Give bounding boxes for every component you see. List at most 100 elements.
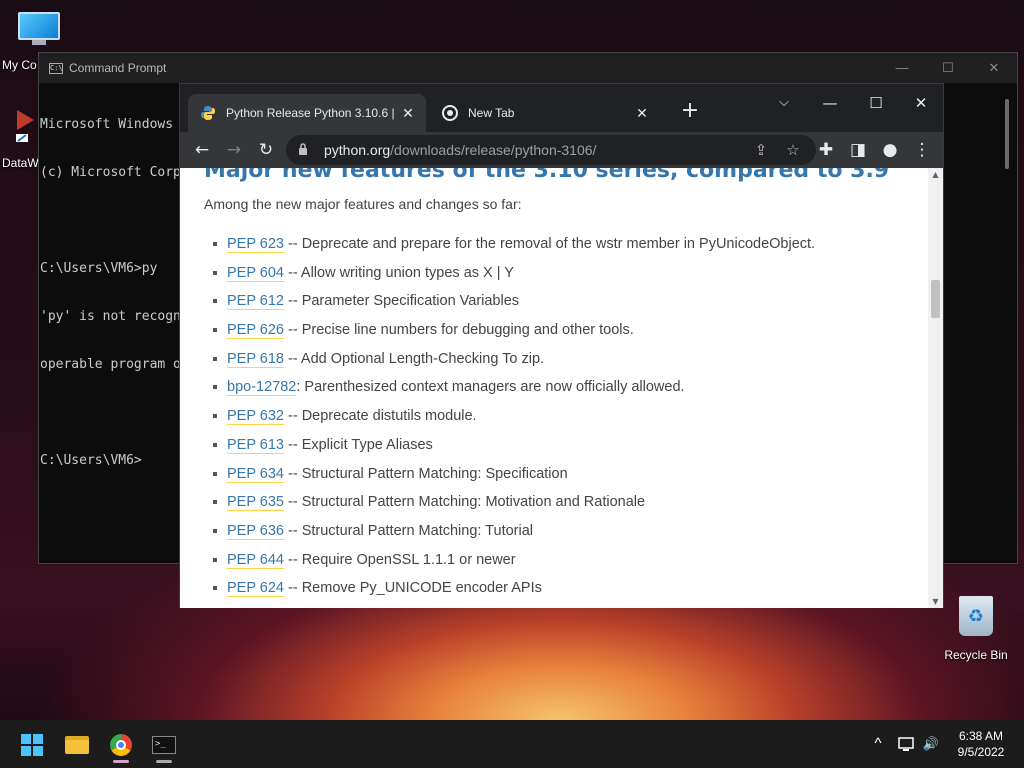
pep-link[interactable]: PEP 604 bbox=[227, 264, 284, 282]
file-explorer-button[interactable] bbox=[60, 728, 94, 762]
tab-title: New Tab bbox=[468, 106, 515, 120]
item-text: -- Add Optional Length-Checking To zip. bbox=[283, 350, 545, 367]
scrollbar-thumb[interactable] bbox=[931, 280, 940, 318]
this-pc-icon[interactable] bbox=[18, 12, 60, 46]
share-icon[interactable]: ⇪ bbox=[748, 138, 774, 164]
item-text: -- Structural Pattern Matching: Motivati… bbox=[283, 494, 646, 511]
pep-link[interactable]: PEP 635 bbox=[227, 494, 284, 512]
chrome-minimize-button[interactable]: — bbox=[807, 88, 853, 118]
chrome-maximize-button[interactable]: ☐ bbox=[853, 88, 899, 118]
chrome-taskbar-button[interactable] bbox=[104, 728, 138, 762]
list-item: PEP 612 -- Parameter Specification Varia… bbox=[204, 291, 904, 320]
pep-link[interactable]: PEP 644 bbox=[227, 551, 284, 569]
forward-icon[interactable]: → bbox=[220, 136, 248, 164]
list-item: PEP 623 -- Deprecate and prepare for the… bbox=[204, 234, 904, 263]
list-item: PEP 604 -- Allow writing union types as … bbox=[204, 263, 904, 292]
item-text: -- Parameter Specification Variables bbox=[283, 293, 520, 310]
cmd-maximize-button[interactable]: ☐ bbox=[925, 53, 971, 83]
recycle-bin-label: Recycle Bin bbox=[944, 648, 1008, 662]
pep-link[interactable]: PEP 632 bbox=[227, 408, 284, 426]
cmd-scrollbar[interactable] bbox=[1005, 99, 1009, 169]
list-item: PEP 636 -- Structural Pattern Matching: … bbox=[204, 521, 904, 550]
tab-close-icon[interactable]: ✕ bbox=[396, 105, 420, 122]
item-text: -- Deprecate distutils module. bbox=[283, 408, 477, 425]
extensions-icon[interactable]: ✚ bbox=[812, 136, 840, 164]
pep-link[interactable]: PEP 613 bbox=[227, 436, 284, 454]
terminal-taskbar-button[interactable]: >_ bbox=[147, 728, 181, 762]
reload-icon[interactable]: ↻ bbox=[252, 136, 280, 164]
cmd-app-icon: C:\ bbox=[49, 62, 63, 74]
scroll-up-arrow-icon[interactable]: ▲ bbox=[928, 170, 943, 179]
active-app-indicator bbox=[113, 760, 129, 763]
address-bar[interactable]: python.org/downloads/release/python-3106… bbox=[286, 135, 816, 165]
list-item: PEP 634 -- Structural Pattern Matching: … bbox=[204, 464, 904, 493]
cmd-close-button[interactable]: ✕ bbox=[971, 53, 1017, 83]
item-text: : Parenthesized context managers are now… bbox=[296, 379, 685, 396]
profile-avatar-icon[interactable]: ● bbox=[876, 136, 904, 164]
cmd-title: Command Prompt bbox=[69, 61, 167, 75]
python-favicon-icon bbox=[200, 105, 216, 121]
this-pc-label: My Co bbox=[2, 58, 37, 72]
feature-list: PEP 623 -- Deprecate and prepare for the… bbox=[204, 234, 904, 607]
item-text: -- Require OpenSSL 1.1.1 or newer bbox=[283, 551, 516, 568]
datawrangler-shortcut-icon[interactable] bbox=[14, 108, 36, 142]
windows-logo-icon bbox=[21, 734, 43, 756]
clock-date: 9/5/2022 bbox=[957, 745, 1005, 759]
network-icon[interactable] bbox=[894, 720, 920, 768]
lock-icon[interactable] bbox=[298, 142, 324, 158]
pep-link[interactable]: PEP 612 bbox=[227, 293, 284, 311]
pep-link[interactable]: PEP 626 bbox=[227, 322, 284, 340]
item-text: -- Explicit Type Aliases bbox=[283, 436, 433, 453]
item-text: -- Structural Pattern Matching: Specific… bbox=[283, 465, 568, 482]
list-item: PEP 632 -- Deprecate distutils module. bbox=[204, 406, 904, 435]
system-clock[interactable]: 6:38 AM 9/5/2022 bbox=[944, 728, 1018, 760]
tab-strip[interactable]: Python Release Python 3.10.6 | Py ✕ New … bbox=[180, 84, 943, 132]
chrome-favicon-icon bbox=[442, 105, 458, 121]
chrome-menu-icon[interactable]: ⋮ bbox=[908, 136, 936, 164]
volume-icon[interactable]: 🔊 bbox=[920, 720, 942, 768]
tab-new-tab[interactable]: New Tab ✕ bbox=[430, 94, 660, 132]
chrome-window[interactable]: Python Release Python 3.10.6 | Py ✕ New … bbox=[179, 83, 944, 608]
bpo-link[interactable]: bpo-12782 bbox=[227, 379, 297, 397]
section-heading: Major new features of the 3.10 series, c… bbox=[204, 168, 890, 183]
browser-toolbar: ← → ↻ python.org/downloads/release/pytho… bbox=[180, 132, 943, 168]
bookmark-star-icon[interactable]: ☆ bbox=[780, 138, 806, 164]
recycle-bin[interactable]: ♻ Recycle Bin bbox=[940, 596, 1012, 662]
cmd-minimize-button[interactable]: — bbox=[879, 53, 925, 83]
terminal-icon: >_ bbox=[152, 736, 176, 754]
page-scrollbar[interactable]: ▲ ▼ bbox=[928, 168, 943, 608]
tab-title: Python Release Python 3.10.6 | Py bbox=[226, 106, 396, 120]
folder-icon bbox=[65, 736, 89, 754]
list-item: bpo-12782: Parenthesized context manager… bbox=[204, 377, 904, 406]
pep-link[interactable]: PEP 636 bbox=[227, 522, 284, 540]
item-text: -- Allow writing union types as X | Y bbox=[283, 264, 514, 281]
url-path: /downloads/release/python-3106/ bbox=[390, 142, 597, 158]
url-host: python.org bbox=[324, 142, 391, 158]
item-text: -- Structural Pattern Matching: Tutorial bbox=[283, 522, 533, 539]
clock-time: 6:38 AM bbox=[958, 729, 1004, 743]
tab-close-icon[interactable]: ✕ bbox=[630, 105, 654, 122]
list-item: PEP 624 -- Remove Py_UNICODE encoder API… bbox=[204, 578, 904, 607]
cmd-titlebar[interactable]: C:\ Command Prompt — ☐ ✕ bbox=[39, 53, 1017, 83]
list-item: PEP 644 -- Require OpenSSL 1.1.1 or newe… bbox=[204, 550, 904, 579]
side-panel-icon[interactable]: ◨ bbox=[844, 136, 872, 164]
list-item: PEP 618 -- Add Optional Length-Checking … bbox=[204, 349, 904, 378]
datawrangler-label: DataW bbox=[2, 156, 39, 170]
chrome-close-button[interactable]: ✕ bbox=[898, 88, 944, 118]
pep-link[interactable]: PEP 618 bbox=[227, 350, 284, 368]
tab-python-release[interactable]: Python Release Python 3.10.6 | Py ✕ bbox=[188, 94, 426, 132]
tab-search-dropdown-icon[interactable]: ⌵ bbox=[761, 88, 807, 118]
item-text: -- Precise line numbers for debugging an… bbox=[283, 322, 634, 339]
list-item: PEP 635 -- Structural Pattern Matching: … bbox=[204, 492, 904, 521]
new-tab-button[interactable]: + bbox=[676, 98, 704, 126]
pep-link[interactable]: PEP 623 bbox=[227, 236, 284, 253]
start-button[interactable] bbox=[15, 728, 49, 762]
item-text: -- Deprecate and prepare for the removal… bbox=[283, 236, 816, 252]
chrome-icon bbox=[110, 734, 132, 756]
taskbar: >_ ^ 🔊 6:38 AM 9/5/2022 bbox=[0, 720, 1024, 768]
back-icon[interactable]: ← bbox=[188, 136, 216, 164]
pep-link[interactable]: PEP 624 bbox=[227, 580, 284, 598]
pep-link[interactable]: PEP 634 bbox=[227, 465, 284, 483]
page-viewport[interactable]: Major new features of the 3.10 series, c… bbox=[180, 168, 943, 608]
show-hidden-icons-chevron-icon[interactable]: ^ bbox=[866, 720, 890, 768]
